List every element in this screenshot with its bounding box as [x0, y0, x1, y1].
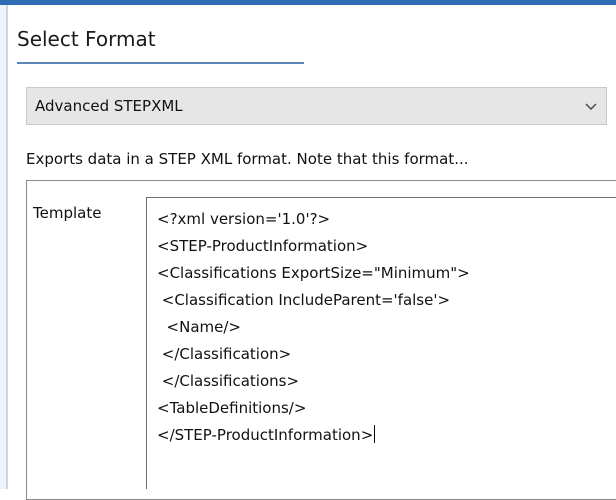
chevron-down-icon[interactable]: [580, 96, 602, 116]
template-code-line-last: </STEP-ProductInformation>: [157, 425, 376, 445]
template-code-line: <Classification IncludeParent='false'>: [157, 291, 451, 309]
left-panel-rail: [0, 5, 8, 489]
template-code-line: </Classification>: [157, 345, 292, 363]
format-select[interactable]: Advanced STEPXML: [26, 87, 607, 125]
template-editor[interactable]: <?xml version='1.0'?> <STEP-ProductInfor…: [146, 197, 616, 489]
section-title-underline: [17, 62, 304, 64]
format-select-value: Advanced STEPXML: [35, 97, 183, 115]
section-title: Select Format: [17, 27, 156, 51]
template-code-line: <STEP-ProductInformation>: [157, 237, 369, 255]
template-code-line: <?xml version='1.0'?>: [157, 210, 331, 228]
template-code-line: <TableDefinitions/>: [157, 399, 307, 417]
template-code-line: <Name/>: [157, 318, 241, 336]
template-label: Template: [33, 204, 102, 222]
template-code-text: </STEP-ProductInformation>: [157, 426, 374, 444]
template-code-line: </Classifications>: [157, 372, 300, 390]
format-description: Exports data in a STEP XML format. Note …: [26, 150, 469, 168]
template-code-line: <Classifications ExportSize="Minimum">: [157, 264, 470, 282]
text-caret: [374, 425, 376, 443]
